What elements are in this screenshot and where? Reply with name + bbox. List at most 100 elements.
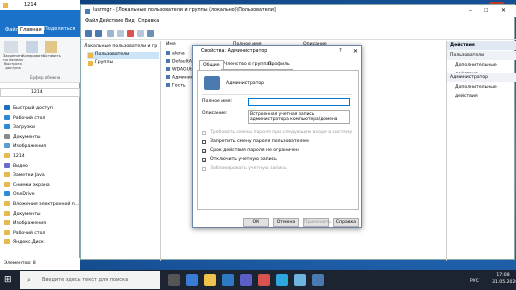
- nav-item[interactable]: OneDrive: [4, 191, 35, 199]
- nav-item[interactable]: Документы: [4, 210, 41, 219]
- nav-item[interactable]: Вложения электронной п...: [4, 201, 79, 209]
- app-icon-2[interactable]: [294, 274, 306, 286]
- ribbon-group-label: Буфер обмена: [30, 75, 61, 80]
- forward-icon[interactable]: [95, 30, 102, 37]
- nav-item[interactable]: 1214: [4, 153, 25, 161]
- nav-item[interactable]: Документы: [4, 133, 41, 142]
- help-icon[interactable]: ?: [339, 48, 342, 54]
- menu-help[interactable]: Справка: [138, 18, 159, 26]
- checkbox[interactable]: ✓: [202, 149, 206, 154]
- minimize-icon[interactable]: –: [469, 5, 472, 17]
- maximize-icon[interactable]: ☐: [484, 5, 488, 17]
- nav-item[interactable]: Снимки экрана: [4, 181, 50, 190]
- ok-button[interactable]: ОК: [243, 218, 269, 227]
- menu-file[interactable]: Файл: [85, 18, 98, 26]
- clock[interactable]: 17:08 31.05.2020: [492, 272, 516, 288]
- tree-item-users[interactable]: Пользователи: [87, 52, 159, 59]
- menu-action[interactable]: Действие: [99, 18, 123, 26]
- mmc-taskbar-icon[interactable]: [312, 274, 324, 286]
- username: Администратор: [226, 81, 265, 86]
- description-label: Описание:: [202, 111, 228, 116]
- help-icon[interactable]: [147, 30, 154, 37]
- actions-admin[interactable]: Администратор: [447, 73, 516, 82]
- explorer-ribbon: Закрепить на панели быстрого доступа Коп…: [0, 37, 80, 83]
- mmc-actions-pane: Действия Пользователи Дополнительные дей…: [446, 41, 516, 261]
- fullname-input[interactable]: [248, 98, 350, 106]
- checkbox[interactable]: ✓: [202, 158, 206, 163]
- mmc-menubar: Файл Действие Вид Справка: [81, 18, 516, 26]
- folder-icon: [4, 172, 10, 178]
- menu-view[interactable]: Вид: [125, 18, 135, 26]
- help-button[interactable]: Справка: [333, 218, 359, 227]
- properties-icon[interactable]: [137, 30, 144, 37]
- back-icon[interactable]: [85, 30, 92, 37]
- taskbar-search[interactable]: Введите здесь текст для поиска: [20, 271, 160, 289]
- nav-item[interactable]: Изображения: [4, 143, 46, 151]
- nav-item[interactable]: Яндекс.Диск: [4, 239, 44, 247]
- user-avatar-icon: [204, 76, 220, 90]
- description-input[interactable]: Встроенная учетная запись администратора…: [248, 110, 350, 124]
- delete-icon[interactable]: [127, 30, 134, 37]
- nav-item[interactable]: Заметки Java: [4, 172, 45, 180]
- explorer-address-bar[interactable]: 1214: [0, 88, 80, 97]
- mail-icon[interactable]: [240, 274, 252, 286]
- close-icon[interactable]: ✕: [353, 48, 358, 55]
- nav-item[interactable]: Видео: [4, 162, 28, 171]
- app-icon[interactable]: [258, 274, 270, 286]
- paste-icon[interactable]: [45, 41, 57, 53]
- tree-item-groups[interactable]: Группы: [87, 60, 113, 66]
- explorer-nav-pane: Быстрый доступ Рабочий стол Загрузки Докуме…: [0, 105, 80, 255]
- checkbox-label: Запретить смену пароля пользователем: [210, 139, 309, 144]
- dialog-body: Администратор Полное имя: Описание: Встр…: [197, 70, 359, 210]
- folder-icon: [4, 114, 10, 120]
- nav-item[interactable]: Рабочий стол: [4, 114, 45, 123]
- folder-icon: [4, 143, 10, 149]
- checkbox-label: Требовать смены пароля при следующем вхо…: [210, 130, 353, 135]
- task-view-icon[interactable]: [168, 274, 180, 286]
- tab-home[interactable]: Главная: [18, 26, 44, 34]
- checkbox[interactable]: [202, 131, 206, 135]
- actions-more-1[interactable]: Дополнительные действия: [447, 61, 516, 77]
- folder-icon: [3, 3, 8, 8]
- tree-root[interactable]: Локальные пользователи и гр: [84, 44, 157, 49]
- table-row[interactable]: alena: [166, 51, 185, 57]
- checkbox[interactable]: [202, 140, 206, 144]
- tab-share[interactable]: Поделиться: [44, 26, 75, 32]
- checkbox[interactable]: [202, 167, 206, 171]
- cloud-icon: [4, 191, 10, 197]
- close-icon[interactable]: ✕: [501, 5, 506, 17]
- nav-item[interactable]: Загрузки: [4, 124, 35, 132]
- store-icon[interactable]: [222, 274, 234, 286]
- dialog-title: Свойства: Администратор: [201, 49, 268, 54]
- apply-button[interactable]: Применить: [303, 218, 331, 227]
- actions-more-2[interactable]: Дополнительные действия: [447, 83, 516, 99]
- nav-item[interactable]: Рабочий стол: [4, 229, 45, 238]
- pin-icon[interactable]: [4, 41, 18, 53]
- folder-icon: [4, 229, 10, 235]
- copy-icon[interactable]: [26, 41, 38, 53]
- nav-item[interactable]: Быстрый доступ: [4, 105, 53, 113]
- checkbox-list: Требовать смены пароля при следующем вхо…: [202, 130, 357, 201]
- up-icon[interactable]: [107, 30, 114, 37]
- cancel-button[interactable]: Отмена: [273, 218, 299, 227]
- pin-label: Закрепить на панели быстрого доступа: [2, 54, 24, 70]
- language-indicator[interactable]: РУС: [470, 279, 479, 284]
- nav-item[interactable]: Изображения: [4, 220, 46, 228]
- telegram-icon[interactable]: [276, 274, 288, 286]
- actions-users[interactable]: Пользователи: [447, 51, 516, 60]
- tab-profile[interactable]: Профиль: [265, 60, 293, 70]
- tree-icon[interactable]: [117, 30, 124, 37]
- checkbox-label: Отключить учетную запись: [210, 157, 277, 162]
- tab-general[interactable]: Общие: [199, 60, 224, 70]
- divider: [202, 94, 352, 95]
- search-icon: ⌕: [27, 276, 31, 284]
- mmc-app-icon: [85, 9, 90, 14]
- folder-icon: [4, 201, 10, 206]
- file-explorer-icon[interactable]: [204, 274, 216, 286]
- folder-icon: [4, 239, 10, 245]
- start-button[interactable]: ⊞: [4, 275, 14, 285]
- browser-icon[interactable]: [186, 274, 198, 286]
- table-row[interactable]: Гость: [166, 83, 186, 89]
- paste-label: Вставить: [43, 54, 61, 58]
- column-name[interactable]: Имя: [166, 42, 176, 47]
